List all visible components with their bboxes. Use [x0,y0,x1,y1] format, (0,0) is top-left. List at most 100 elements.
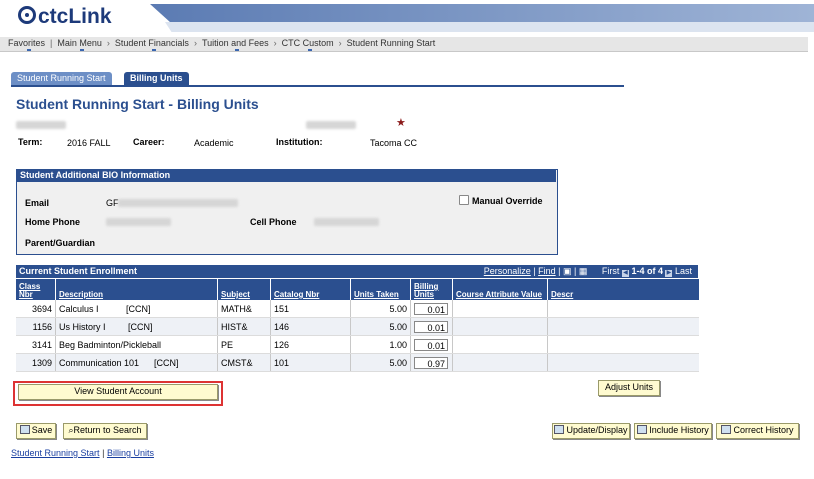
correct-history-label: Correct History [733,425,794,435]
bottom-page-links: Student Running Start | Billing Units [11,448,154,458]
tab-underline [11,85,624,87]
billing-units-cell: 0.01 [410,317,453,336]
parent-guardian-label: Parent/Guardian [25,238,96,248]
course-attribute-cell [452,335,548,354]
page-title: Student Running Start - Billing Units [16,96,259,112]
first-label: First [601,266,620,276]
view-student-account-button[interactable]: View Student Account [18,384,218,400]
enrollment-table: Class Nbr Description Subject Catalog Nb… [16,279,699,372]
tab-student-running-start[interactable]: Student Running Start [11,72,112,85]
description-cell: Communication 101 [CCN] [55,353,218,372]
table-row: 1309 Communication 101 [CCN] CMST& 101 5… [16,353,699,372]
cell-phone-label: Cell Phone [250,217,297,227]
class-nbr-cell: 1156 [16,317,56,336]
column-header-units-taken[interactable]: Units Taken [350,279,411,300]
adjust-units-button[interactable]: Adjust Units [598,380,660,396]
star-icon: ★ [396,117,406,129]
enrollment-grid-header: Current Student Enrollment Personalize |… [16,265,698,278]
billing-units-input[interactable]: 0.97 [414,356,448,369]
find-link[interactable]: Find [538,266,556,276]
manual-override-label: Manual Override [472,196,543,206]
subject-cell: MATH& [217,300,271,318]
return-to-search-button[interactable]: ⌕Return to Search [63,423,147,439]
breadcrumb-separator: | [50,38,53,48]
column-header-billing-units[interactable]: Billing Units [410,279,453,300]
billing-units-cell: 0.97 [410,353,453,372]
descr-cell [547,335,699,354]
link-separator: | [102,448,105,458]
breadcrumb-main-menu[interactable]: Main Menu [57,38,102,48]
column-header-course-attribute-value[interactable]: Course Attribute Value [452,279,548,300]
bio-header-text: Student Additional BIO Information [20,170,171,180]
header-banner-light [165,22,814,32]
enrollment-header-text: Current Student Enrollment [19,266,138,276]
chevron-right-icon: › [106,38,110,48]
column-header-catalog-nbr[interactable]: Catalog Nbr [270,279,351,300]
descr-cell [547,353,699,372]
catalog-cell: 101 [270,353,351,372]
table-row: 3141 Beg Badminton/Pickleball PE 126 1.0… [16,335,699,354]
breadcrumb-student-running-start[interactable]: Student Running Start [347,38,436,48]
career-value: Academic [194,138,234,148]
breadcrumb-tuition-fees[interactable]: Tuition and Fees [202,38,269,48]
table-row: 3694 Calculus I [CCN] MATH& 151 5.00 0.0… [16,300,699,318]
units-taken-cell: 1.00 [350,335,411,354]
redacted-cell-phone [314,218,379,226]
home-phone-label: Home Phone [25,217,81,227]
catalog-cell: 146 [270,317,351,336]
link-billing-units[interactable]: Billing Units [107,448,154,458]
personalize-link[interactable]: Personalize [484,266,531,276]
units-taken-cell: 5.00 [350,353,411,372]
course-attribute-cell [452,353,548,372]
redacted-home-phone [106,218,171,226]
units-taken-cell: 5.00 [350,300,411,318]
update-display-icon [554,425,565,434]
column-header-description[interactable]: Description [55,279,218,300]
save-icon [19,425,30,434]
save-button[interactable]: Save [16,423,56,439]
return-search-label: Return to Search [73,425,142,435]
billing-units-cell: 0.01 [410,300,453,318]
view-all-icon[interactable]: ▣ [563,266,572,276]
breadcrumb-favorites[interactable]: Favorites [8,38,45,48]
column-header-descr[interactable]: Descr [547,279,699,300]
correct-history-button[interactable]: Correct History [716,423,799,439]
bio-panel-header: Student Additional BIO Information [16,169,556,182]
breadcrumb-student-financials[interactable]: Student Financials [115,38,189,48]
description-cell: Calculus I [CCN] [55,300,218,318]
course-attribute-cell [452,317,548,336]
email-value: GF [106,198,119,208]
include-history-button[interactable]: Include History [634,423,712,439]
header-banner [150,4,814,22]
redacted-student-name [306,121,356,129]
class-nbr-cell: 1309 [16,353,56,372]
update-display-button[interactable]: Update/Display [552,423,630,439]
course-attribute-cell [452,300,548,318]
chevron-right-icon: › [338,38,342,48]
table-row: 1156 Us History I [CCN] HIST& 146 5.00 0… [16,317,699,336]
catalog-cell: 126 [270,335,351,354]
tab-billing-units[interactable]: Billing Units [124,72,189,85]
billing-units-input[interactable]: 0.01 [414,338,448,351]
billing-units-input[interactable]: 0.01 [414,320,448,333]
row-range: 1-4 of 4 [631,266,663,276]
chevron-right-icon: › [193,38,197,48]
email-label: Email [25,198,50,208]
chevron-right-icon: › [273,38,277,48]
catalog-cell: 151 [270,300,351,318]
column-header-subject[interactable]: Subject [217,279,271,300]
column-header-class-nbr[interactable]: Class Nbr [16,279,56,300]
logo-ring-icon [18,6,36,24]
next-arrow-icon[interactable]: ▶ [665,270,673,277]
term-value: 2016 FALL [67,138,111,148]
download-icon[interactable]: ▦ [579,266,588,276]
billing-units-input[interactable]: 0.01 [414,302,448,315]
description-cell: Us History I [CCN] [55,317,218,336]
manual-override-checkbox[interactable] [459,195,469,205]
class-nbr-cell: 3694 [16,300,56,318]
prev-arrow-icon[interactable]: ◀ [621,270,629,277]
link-student-running-start[interactable]: Student Running Start [11,448,100,458]
institution-value: Tacoma CC [370,138,418,148]
save-label: Save [31,425,53,435]
breadcrumb-ctc-custom[interactable]: CTC Custom [282,38,334,48]
